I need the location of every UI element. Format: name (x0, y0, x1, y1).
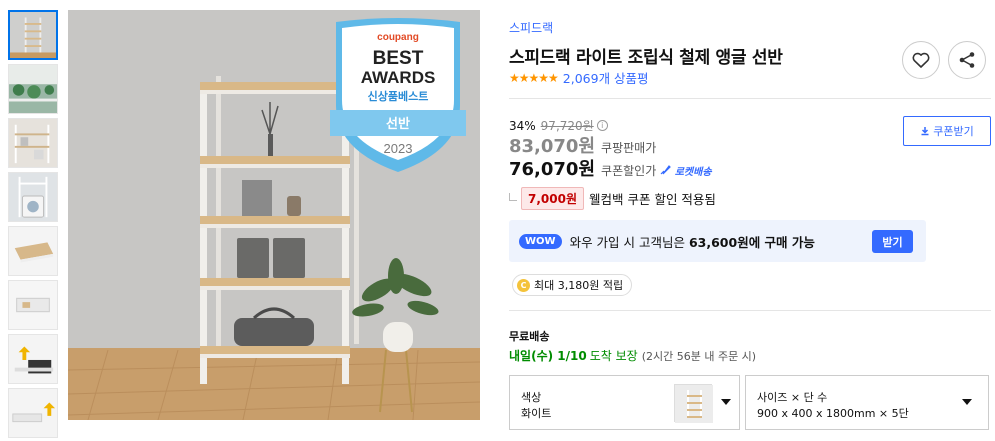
wow-badge: WOW (519, 233, 562, 249)
size-option-label: 사이즈 × 단 수 (757, 391, 828, 404)
indent-corner (509, 192, 517, 201)
rating-stars: ★★★★★ (509, 70, 559, 85)
cashback-row: 7,000원 웰컴백 쿠폰 할인 적용됨 (509, 187, 716, 210)
wow-text: 와우 가입 시 고객님은 63,600원에 구매 가능 (570, 232, 815, 251)
arrival-guarantee: 도착 보장 (589, 349, 638, 363)
download-coupon-button[interactable]: 쿠폰받기 (903, 116, 991, 146)
badge-year: 2023 (384, 141, 413, 156)
size-option-value: 900 x 400 x 1800mm × 5단 (757, 407, 909, 420)
thumbnail-3[interactable] (8, 118, 58, 168)
divider (509, 310, 991, 311)
color-option-label: 색상 (521, 391, 542, 404)
color-option-thumbnail (674, 384, 713, 423)
cashback-text: 웰컴백 쿠폰 할인 적용됨 (589, 192, 716, 207)
wishlist-button[interactable] (902, 41, 940, 79)
coupon-price-row: 76,070원 쿠폰할인가 로켓배송 (509, 155, 712, 181)
thumbnail-1[interactable] (8, 10, 58, 60)
color-option-value: 화이트 (521, 407, 552, 420)
wow-membership-box: WOW 와우 가입 시 고객님은 63,600원에 구매 가능 받기 (509, 220, 926, 262)
rocket-delivery-label: 로켓배송 (674, 167, 712, 178)
cashback-amount: 7,000원 (521, 187, 584, 210)
thumbnail-5[interactable] (8, 226, 58, 276)
share-button[interactable] (948, 41, 986, 79)
rocket-icon (660, 165, 672, 175)
coupon-price: 76,070원 (509, 159, 596, 180)
chevron-down-icon (721, 399, 731, 405)
coin-icon: C (517, 278, 530, 292)
heart-icon (912, 52, 930, 68)
info-icon[interactable]: i (596, 120, 608, 131)
brand-link[interactable]: 스피드랙 (509, 19, 553, 36)
badge-line3: 신상품베스트 (368, 89, 429, 103)
coupon-price-label: 쿠폰할인가 (601, 164, 657, 178)
wow-text-prefix: 와우 가입 시 고객님은 (569, 234, 689, 250)
rocket-delivery-badge: 로켓배송 (660, 163, 712, 178)
badge-line2: AWARDS (361, 68, 436, 87)
rating-row: ★★★★★ 2,069개 상품평 (509, 68, 649, 87)
shipping-title: 무료배송 (509, 330, 550, 343)
thumbnail-8[interactable] (8, 388, 58, 438)
thumbnail-7[interactable] (8, 334, 58, 384)
wow-get-button[interactable]: 받기 (872, 230, 913, 253)
badge-category: 선반 (386, 116, 410, 132)
discount-percent: 34% (509, 118, 536, 133)
wow-text-bold: 63,600원에 구매 가능 (688, 234, 815, 250)
thumbnail-list (8, 10, 60, 441)
share-icon (959, 52, 975, 68)
badge-line1: BEST (373, 48, 424, 69)
thumbnail-4[interactable] (8, 172, 58, 222)
size-option-select[interactable]: 사이즈 × 단 수 900 x 400 x 1800mm × 5단 (745, 375, 989, 430)
thumbnail-2[interactable] (8, 64, 58, 114)
points-text: 최대 3,180원 적립 (534, 279, 624, 292)
coupon-button-label: 쿠폰받기 (933, 125, 974, 138)
sale-price-label: 쿠팡판매가 (601, 141, 657, 155)
order-deadline-note: (2시간 56분 내 주문 시) (641, 350, 757, 363)
chevron-down-icon (962, 399, 972, 405)
download-icon (921, 127, 929, 136)
product-title: 스피드랙 라이트 조립식 철제 앵글 선반 (509, 48, 783, 68)
review-count-link[interactable]: 2,069개 상품평 (563, 68, 649, 87)
points-badge: C 최대 3,180원 적립 (512, 274, 633, 296)
color-option-select[interactable]: 색상 화이트 (509, 375, 740, 430)
thumbnail-6[interactable] (8, 280, 58, 330)
shipping-row: 내일(수) 1/10 도착 보장 (2시간 56분 내 주문 시) (509, 347, 756, 364)
arrival-date: 내일(수) 1/10 (509, 349, 587, 363)
badge-brand: coupang (377, 32, 419, 43)
main-product-image[interactable]: coupang BEST AWARDS 신상품베스트 선반 2023 (68, 10, 480, 420)
divider (509, 98, 991, 99)
